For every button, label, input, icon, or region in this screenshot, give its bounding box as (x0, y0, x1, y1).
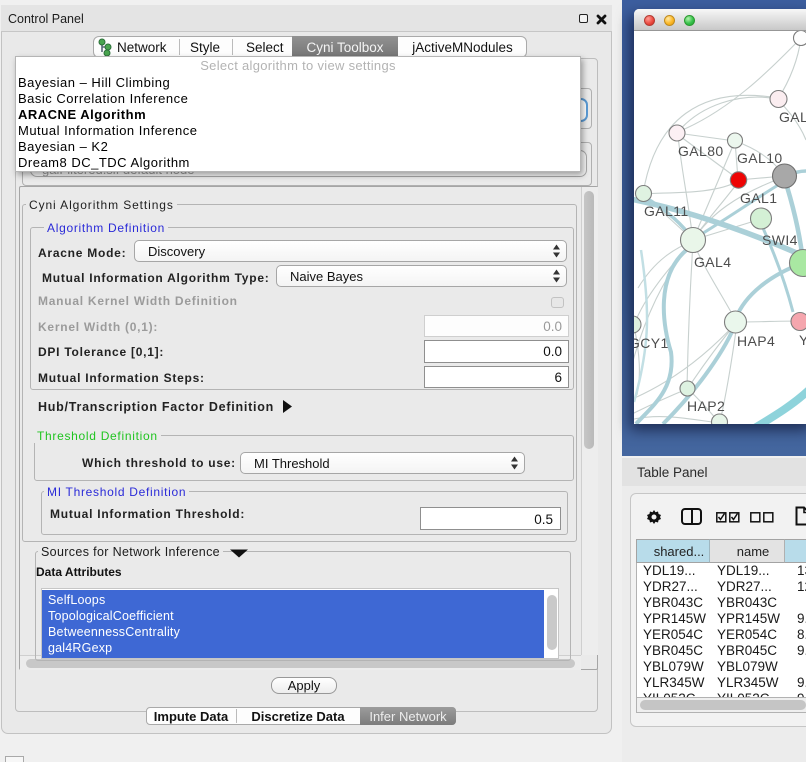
svg-text:SWI4: SWI4 (762, 232, 798, 248)
svg-text:Y: Y (799, 332, 806, 348)
svg-text:GAL80: GAL80 (678, 143, 724, 159)
svg-text:GAL10: GAL10 (737, 150, 783, 166)
svg-text:GAL2: GAL2 (779, 109, 806, 125)
svg-text:GCY1: GCY1 (634, 335, 669, 351)
svg-text:GAL1: GAL1 (740, 190, 777, 206)
svg-text:HAP2: HAP2 (687, 398, 725, 414)
svg-text:GAL4: GAL4 (694, 254, 731, 270)
svg-text:HAP4: HAP4 (737, 333, 775, 349)
svg-text:GAL11: GAL11 (644, 203, 689, 219)
